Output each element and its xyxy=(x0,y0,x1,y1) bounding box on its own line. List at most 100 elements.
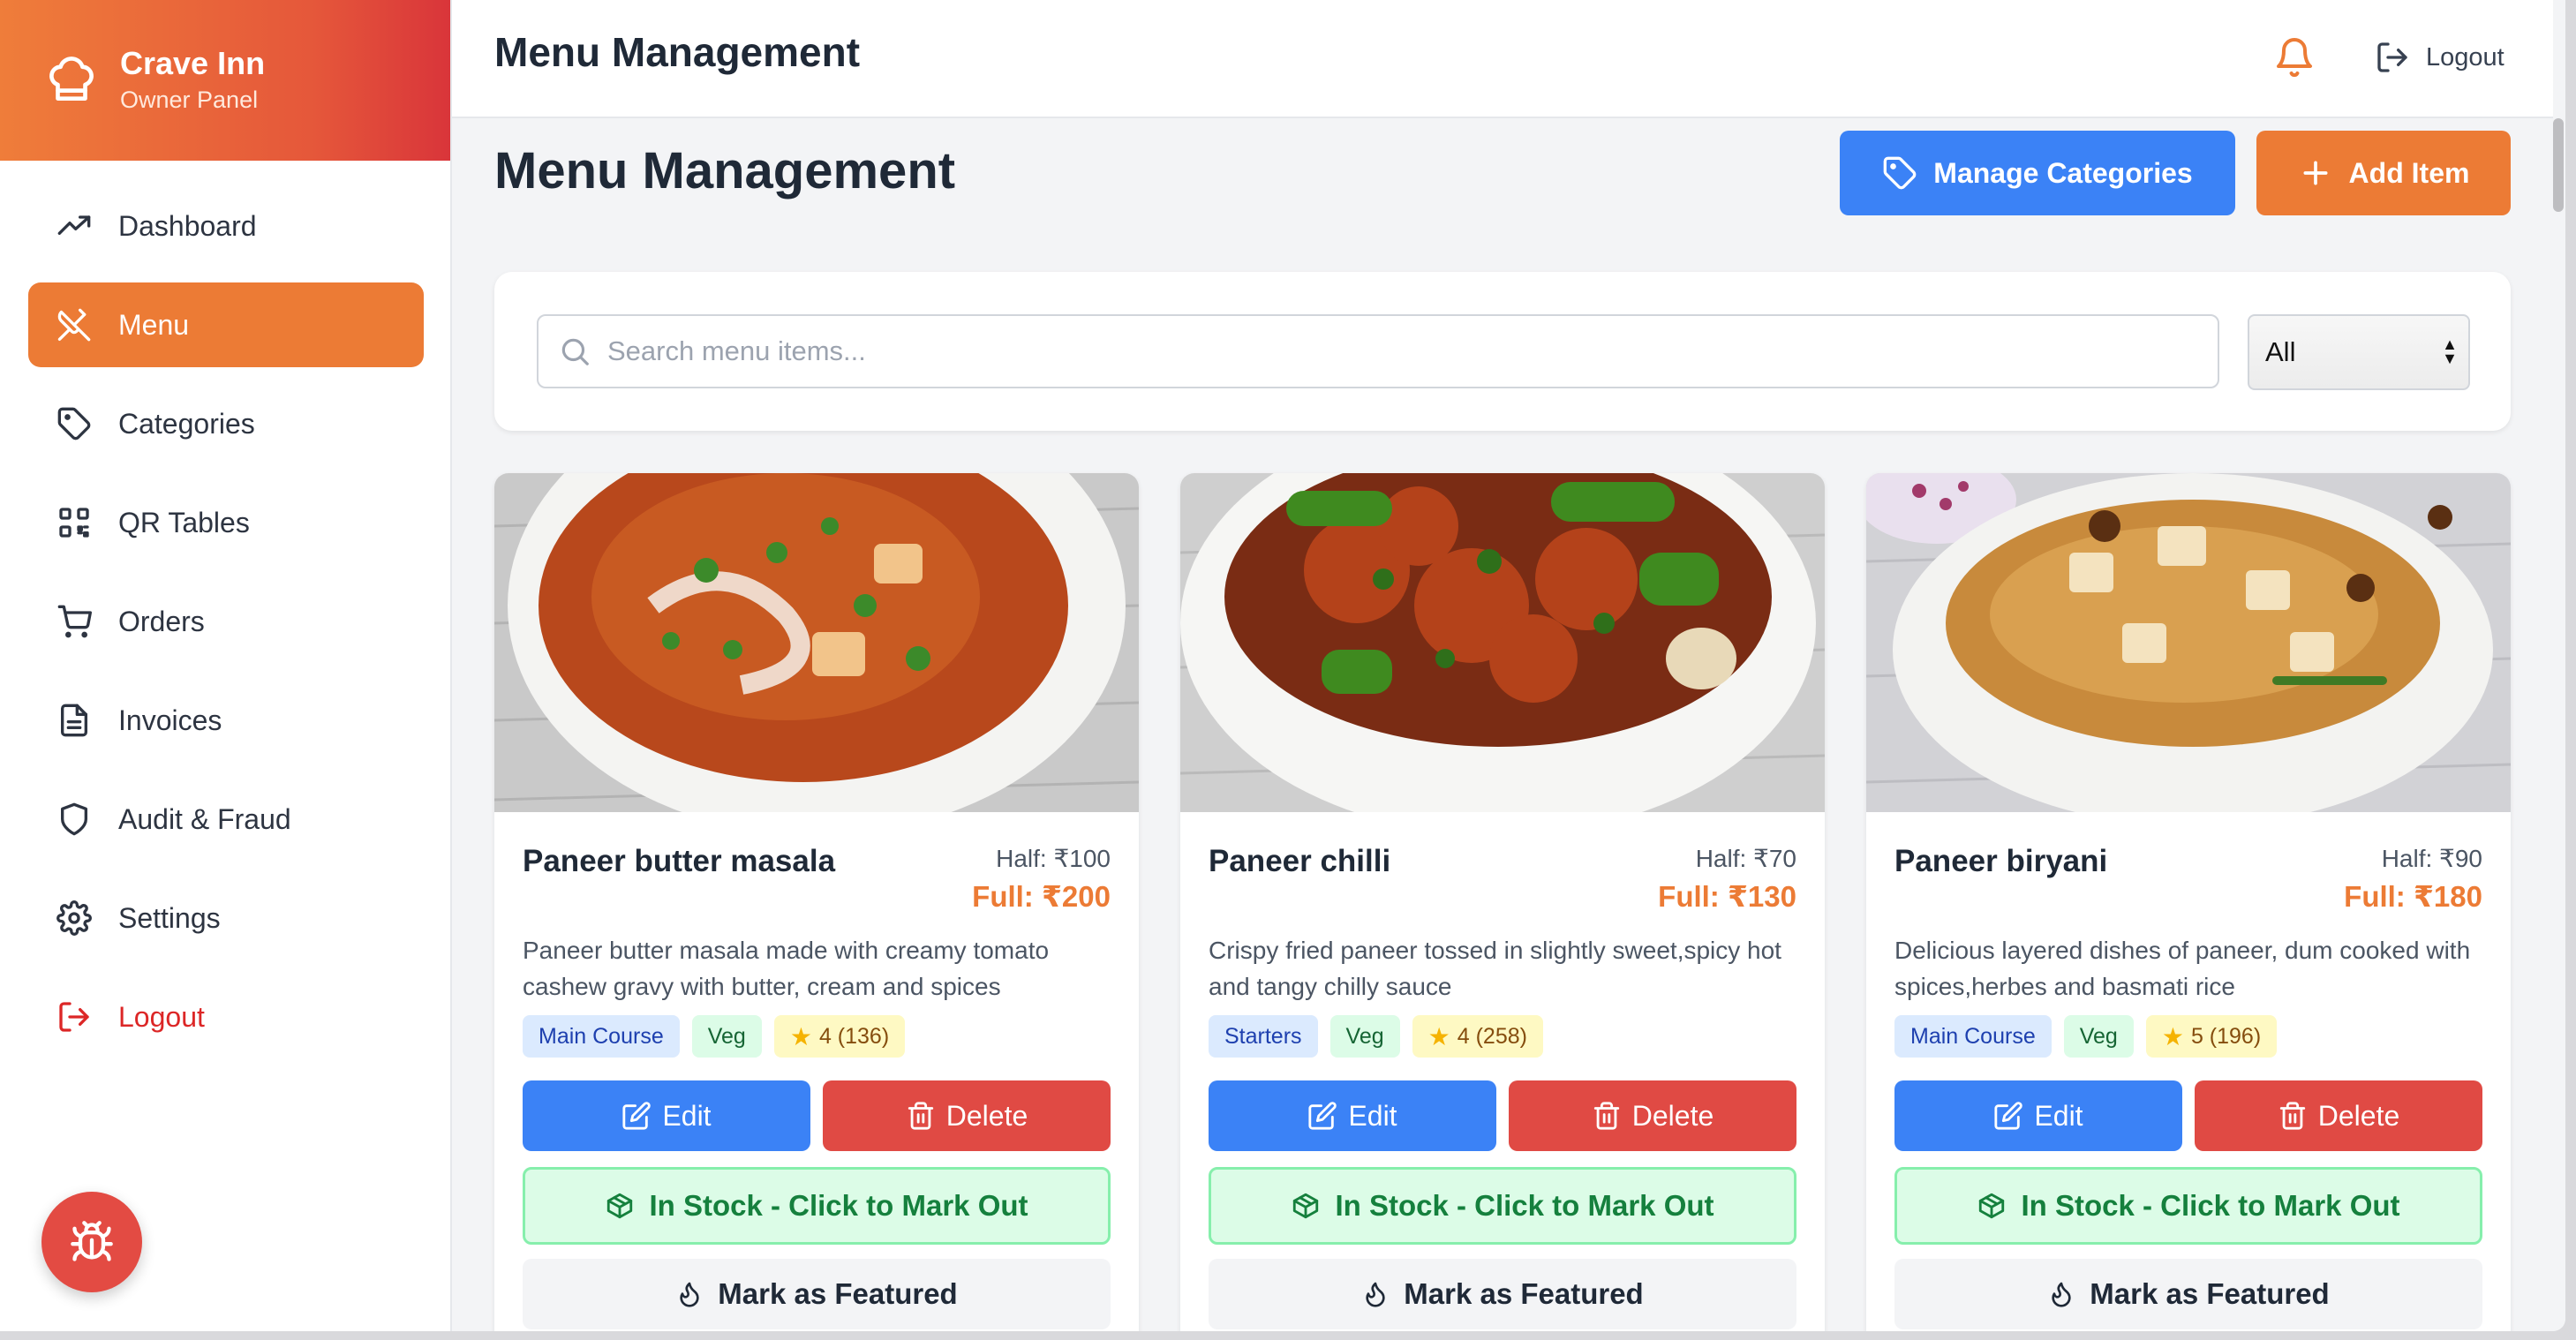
star-icon: ★ xyxy=(789,1022,812,1050)
item-description: Crispy fried paneer tossed in slightly s… xyxy=(1209,937,1781,1000)
tag-icon xyxy=(1883,156,1917,190)
featured-label: Mark as Featured xyxy=(2090,1277,2330,1310)
bug-icon xyxy=(71,1221,113,1261)
edit-button[interactable]: Edit xyxy=(523,1080,810,1151)
stock-toggle-button[interactable]: In Stock - Click to Mark Out xyxy=(1894,1167,2482,1245)
sidebar-item-qr-tables[interactable]: QR Tables xyxy=(28,480,424,565)
trending-up-icon xyxy=(57,215,91,235)
rating-value: 5 (196) xyxy=(2190,1023,2262,1049)
stock-toggle-button[interactable]: In Stock - Click to Mark Out xyxy=(523,1167,1111,1245)
veg-badge: Veg xyxy=(2063,1015,2134,1058)
star-icon: ★ xyxy=(1427,1022,1450,1050)
delete-button[interactable]: Delete xyxy=(1509,1080,1796,1151)
edit-label: Edit xyxy=(662,1099,712,1132)
shield-icon xyxy=(61,802,88,836)
rating-value: 4 (258) xyxy=(1457,1023,1527,1049)
search-input[interactable] xyxy=(607,335,2179,367)
edit-icon xyxy=(1994,1102,2023,1130)
page-title: Menu Management xyxy=(494,142,956,199)
logout-icon xyxy=(2377,42,2407,72)
stock-toggle-button[interactable]: In Stock - Click to Mark Out xyxy=(1209,1167,1796,1245)
menu-item-card: Paneer butter masala Half: ₹100 Full: ₹2… xyxy=(494,473,1139,1331)
sidebar-item-label: Categories xyxy=(118,407,255,440)
item-tags: Main Course Veg ★ 5 (196) xyxy=(1894,1015,2278,1058)
package-icon xyxy=(1979,1193,2005,1219)
sidebar-logout[interactable]: Logout xyxy=(28,975,424,1059)
delete-label: Delete xyxy=(945,1099,1028,1132)
mark-featured-button[interactable]: Mark as Featured xyxy=(1894,1259,2482,1329)
sidebar-item-label: QR Tables xyxy=(118,506,250,538)
sidebar-item-label: Orders xyxy=(118,605,205,637)
flame-icon xyxy=(1366,1282,1385,1307)
topbar: Menu Management Logout xyxy=(452,0,2553,118)
sidebar-item-invoices[interactable]: Invoices xyxy=(28,678,424,763)
item-name: Paneer butter masala xyxy=(523,844,836,878)
qr-code-icon xyxy=(59,508,89,538)
sidebar-nav: Dashboard Menu Categories QR Tables Orde… xyxy=(28,184,424,1073)
utensils-crossed-icon xyxy=(57,308,91,342)
delete-button[interactable]: Delete xyxy=(2195,1080,2482,1151)
item-tags: Starters Veg ★ 4 (258) xyxy=(1209,1015,1543,1058)
gear-icon xyxy=(56,900,92,936)
sidebar-item-menu[interactable]: Menu xyxy=(28,282,424,367)
sidebar-item-audit-fraud[interactable]: Audit & Fraud xyxy=(28,777,424,862)
bug-report-button[interactable] xyxy=(41,1192,142,1292)
flame-icon xyxy=(2052,1282,2071,1307)
topbar-logout-label: Logout xyxy=(2426,42,2504,72)
veg-badge: Veg xyxy=(1329,1015,1400,1058)
package-icon xyxy=(1293,1193,1319,1219)
trash-icon xyxy=(908,1102,933,1130)
food-image xyxy=(1866,473,2511,812)
sidebar-item-label: Audit & Fraud xyxy=(118,802,291,835)
search-panel: All ▲▼ xyxy=(494,272,2511,431)
scrollbar-track[interactable] xyxy=(2553,118,2565,1331)
sidebar-item-dashboard[interactable]: Dashboard xyxy=(28,184,424,268)
stock-label: In Stock - Click to Mark Out xyxy=(1335,1189,1714,1222)
price-half: Half: ₹90 xyxy=(2381,845,2482,872)
item-name: Paneer biryani xyxy=(1894,844,2108,878)
menu-item-card: Paneer biryani Half: ₹90 Full: ₹180 Deli… xyxy=(1866,473,2511,1331)
category-filter-select[interactable]: All ▲ ▼ xyxy=(2248,314,2470,390)
flame-icon xyxy=(680,1282,699,1307)
manage-categories-button[interactable]: Manage Categories xyxy=(1840,131,2235,215)
rating-value: 4 (136) xyxy=(818,1023,890,1049)
sidebar-item-orders[interactable]: Orders xyxy=(28,579,424,664)
trash-icon xyxy=(2279,1102,2305,1130)
sidebar-item-categories[interactable]: Categories xyxy=(28,381,424,466)
app-window: Crave Inn Owner Panel Dashboard Menu Cat… xyxy=(0,0,2565,1331)
sidebar-item-settings[interactable]: Settings xyxy=(28,876,424,960)
food-image xyxy=(1180,473,1825,812)
scrollbar-thumb[interactable] xyxy=(2553,118,2564,212)
brand-header: Crave Inn Owner Panel xyxy=(0,0,450,161)
add-item-button[interactable]: Add Item xyxy=(2256,131,2511,215)
food-image xyxy=(494,473,1139,812)
featured-label: Mark as Featured xyxy=(718,1277,958,1310)
price-half: Half: ₹100 xyxy=(996,845,1111,872)
bell-icon[interactable] xyxy=(2273,35,2316,79)
price-full: Full: ₹180 xyxy=(2344,880,2482,913)
trash-icon xyxy=(1593,1102,1619,1130)
manage-categories-label: Manage Categories xyxy=(1933,156,2193,189)
sidebar-logout-label: Logout xyxy=(118,1000,205,1033)
file-text-icon xyxy=(61,704,88,737)
plus-icon xyxy=(2303,161,2328,185)
chef-hat-icon xyxy=(49,56,94,101)
edit-button[interactable]: Edit xyxy=(1209,1080,1496,1151)
topbar-logout-button[interactable]: Logout xyxy=(2375,34,2504,81)
delete-label: Delete xyxy=(1631,1099,1714,1132)
category-badge: Main Course xyxy=(523,1015,680,1058)
edit-button[interactable]: Edit xyxy=(1894,1080,2182,1151)
mark-featured-button[interactable]: Mark as Featured xyxy=(523,1259,1111,1329)
rating-badge: ★ 4 (136) xyxy=(773,1015,906,1058)
price-half: Half: ₹70 xyxy=(1695,845,1796,872)
delete-button[interactable]: Delete xyxy=(823,1080,1111,1151)
cart-icon xyxy=(57,605,92,638)
sidebar-item-label: Menu xyxy=(118,308,190,341)
mark-featured-button[interactable]: Mark as Featured xyxy=(1209,1259,1796,1329)
delete-label: Delete xyxy=(2317,1099,2400,1132)
search-box[interactable] xyxy=(537,314,2219,388)
logout-icon xyxy=(59,1002,89,1032)
tag-icon xyxy=(57,407,91,440)
filter-selected-value: All xyxy=(2265,336,2296,367)
star-icon: ★ xyxy=(2161,1022,2184,1050)
